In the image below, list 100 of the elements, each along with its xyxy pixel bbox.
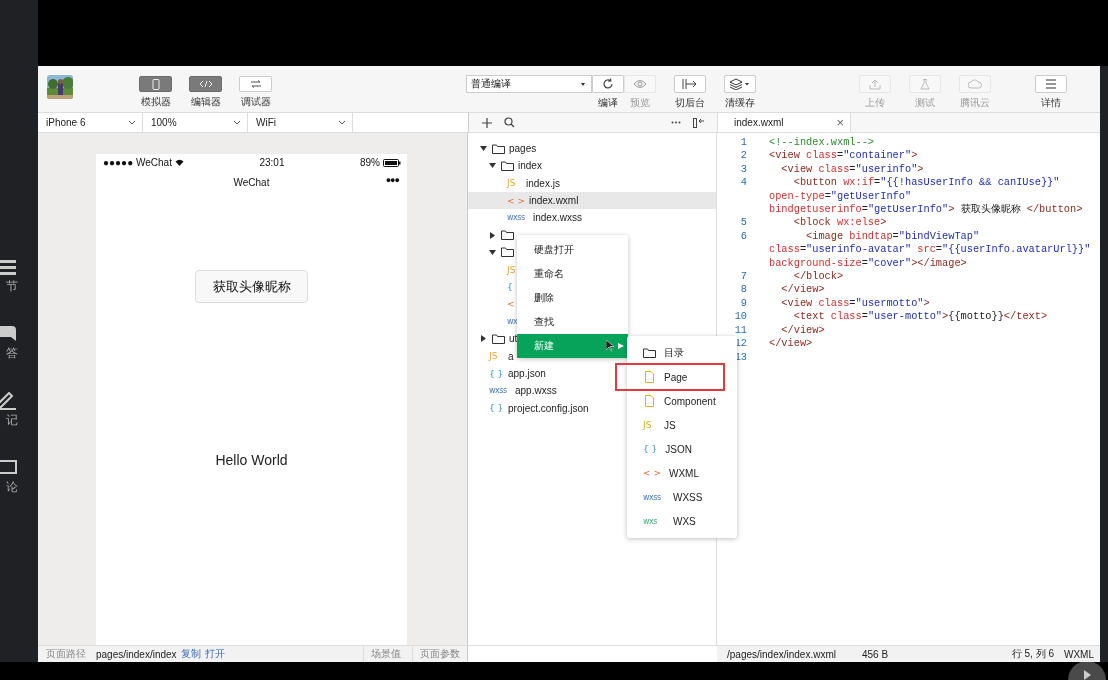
menu-item[interactable]: Component [627, 389, 737, 413]
line-number: 11 [733, 323, 747, 338]
file-name: index [518, 160, 542, 172]
toolbar-label: 上传 [865, 96, 885, 110]
folder-icon [492, 143, 505, 154]
file-name: ut [509, 333, 518, 345]
menu-item[interactable]: < > WXML [627, 461, 737, 485]
folder-icon [643, 348, 656, 358]
menu-item[interactable]: 硬盘打开 [517, 238, 628, 262]
toolbar-label: 切后台 [675, 96, 705, 110]
file-row[interactable]: wxss app.wxss [468, 382, 561, 400]
menu-item[interactable]: Page [617, 365, 723, 389]
code-line: </view> [780, 283, 825, 297]
line-number: 10 [733, 310, 747, 324]
pencil-icon[interactable] [0, 392, 18, 410]
view-toggle-button[interactable] [189, 76, 222, 92]
view-toggle-button[interactable] [139, 76, 172, 92]
cloud-icon [968, 79, 982, 89]
toolbar-label: 调试器 [240, 95, 271, 109]
expand-arrow-icon[interactable] [480, 145, 487, 153]
collapsed-arrow-icon[interactable] [480, 335, 487, 343]
list-icon[interactable] [0, 258, 18, 276]
code-icon [198, 80, 213, 88]
flask-icon [920, 78, 930, 90]
file-row[interactable]: < > index.wxml [468, 191, 716, 210]
code-line: <view class="usermotto"> [780, 296, 930, 311]
collapsed-arrow-icon[interactable] [489, 231, 496, 239]
file-name: pages [509, 143, 537, 155]
expand-arrow-icon[interactable] [489, 162, 496, 170]
file-name: app.wxss [515, 385, 557, 397]
line-number: 1 [739, 136, 747, 150]
sidebar-label[interactable]: 节 [6, 278, 18, 295]
folder-icon [492, 333, 505, 344]
file-name: app.json [508, 368, 546, 379]
more-icon[interactable] [671, 121, 681, 124]
code-line: <view class="userinfo"> [780, 162, 924, 177]
toolbar-label: 详情 [1041, 96, 1061, 110]
collapse-panel-icon[interactable] [693, 117, 705, 128]
line-number: 6 [739, 229, 747, 244]
compile-mode-dropdown[interactable]: 普通编译 [466, 75, 592, 93]
chevron-down-icon [338, 120, 346, 125]
toolbar-label: 腾讯云 [960, 96, 990, 110]
menu-item[interactable]: { } JSON [627, 437, 737, 461]
toolbar-label: 编辑器 [190, 95, 221, 109]
file-type-icon: { } [643, 444, 658, 454]
cursor-position: 行 5, 列 6 [1011, 647, 1054, 661]
code-line: <!--index.wxml--> [769, 136, 875, 150]
chat-bubble-icon[interactable] [0, 325, 18, 343]
folder-row[interactable]: pages [468, 140, 541, 158]
carrier-label: ●●●●● WeChat [103, 157, 172, 168]
upload-icon [869, 78, 881, 90]
file-row[interactable]: { } app.json [468, 364, 550, 383]
file-row[interactable]: wxss index.wxss [468, 209, 586, 227]
status-link[interactable]: 打开 [204, 647, 225, 661]
toolbar-label: 清缓存 [725, 96, 755, 110]
wifi-icon [174, 159, 184, 166]
search-icon[interactable] [504, 117, 515, 128]
sidebar-label[interactable]: 论 [6, 479, 18, 496]
close-tab-button[interactable]: × [836, 115, 844, 130]
toolbar-label: 编译 [597, 96, 619, 110]
folder-row[interactable]: index [468, 157, 546, 175]
menu-item[interactable]: wxss WXSS [627, 485, 737, 509]
file-row[interactable]: { } project.config.json [468, 399, 593, 417]
refresh-button[interactable] [592, 75, 624, 93]
sidebar-label[interactable]: 记 [6, 412, 18, 429]
clear-cache-button[interactable] [724, 75, 756, 93]
language-mode[interactable]: WXML [1064, 648, 1094, 660]
menu-item[interactable]: 目录 [627, 341, 737, 365]
nav-menu[interactable]: ●●● [385, 175, 399, 185]
menu-item[interactable]: JS JS [627, 413, 737, 437]
avatar[interactable] [47, 75, 73, 99]
refresh-icon [602, 78, 614, 90]
toolbar-label: 模拟器 [140, 95, 171, 109]
comment-icon[interactable] [0, 459, 18, 477]
file-type-icon: < > [507, 195, 525, 206]
line-number: 3 [739, 162, 747, 177]
background-button[interactable] [674, 75, 706, 93]
line-number: 2 [739, 149, 747, 163]
nav-title: WeChat [233, 177, 270, 188]
file-row[interactable]: JS a [468, 347, 518, 365]
code-line: </block> [792, 270, 844, 284]
status-link[interactable]: 复制 [180, 647, 201, 661]
file-type-icon: { } [489, 368, 504, 379]
file-type-icon: wxss [489, 386, 511, 396]
code-line: </view> [769, 337, 813, 351]
sidebar-label[interactable]: 答 [6, 345, 18, 362]
folder-icon [501, 230, 514, 241]
play-icon[interactable] [1068, 662, 1106, 680]
get-user-info-button[interactable]: 获取头像昵称 [195, 270, 308, 303]
menu-button[interactable] [1035, 75, 1067, 93]
file-row[interactable]: JS index.js [468, 174, 564, 192]
battery-icon [383, 158, 401, 167]
editor-tab[interactable]: index.wxml × [718, 113, 851, 132]
path-label: 页面路径 [46, 647, 86, 661]
add-icon[interactable] [482, 117, 492, 128]
file-type-icon: JS [507, 178, 522, 189]
toolbar-label: 预览 [629, 96, 651, 110]
file-type-icon: wxss [507, 213, 529, 223]
expand-arrow-icon[interactable] [489, 248, 496, 256]
menu-item[interactable]: wxs WXS [627, 509, 737, 533]
